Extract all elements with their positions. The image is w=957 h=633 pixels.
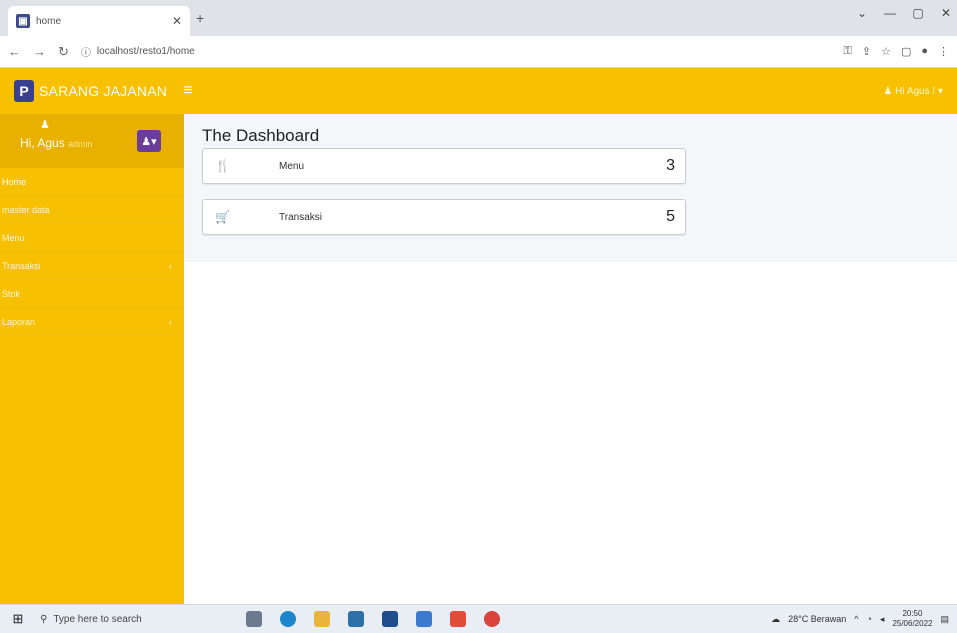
maximize-icon[interactable]: ▢ [911,6,925,20]
more-icon[interactable]: ⋮ [938,45,949,58]
profile-icon[interactable]: ● [921,45,928,58]
taskbar: ⊞ ⚲ Type here to search ☁ 28°C Berawan ^… [0,604,957,633]
card-value: 3 [666,157,675,174]
info-icon[interactable]: ⓘ [81,44,91,59]
main-content: The Dashboard 🍴 Menu 3 🛒 Transaksi 5 [184,114,957,262]
user-options-button[interactable]: ♟▾ [137,130,161,152]
network-icon[interactable]: ◔ [866,614,871,624]
sidebar-item-master-data[interactable]: master data [0,196,184,224]
task-view-icon[interactable] [246,611,262,627]
brand-logo: P [14,80,34,102]
favicon-icon: ▣ [16,14,30,28]
sidebar-item-label: master data [2,204,50,215]
hamburger-menu-icon[interactable]: ≡ [183,82,192,100]
menu-card[interactable]: 🍴 Menu 3 [202,148,686,184]
caret-down-icon: ▾ [937,85,943,97]
new-tab-icon[interactable]: + [196,10,204,26]
sidebar-item-stok[interactable]: Stok [0,280,184,308]
file-explorer-icon[interactable] [314,611,330,627]
window-controls: ⌄ — ▢ ✕ [855,6,953,20]
key-icon[interactable]: ⚿ [843,45,851,58]
app-header: P SARANG JAJANAN ≡ ♟ Hi Agus ! ▾ [0,68,957,114]
clock[interactable]: 20:50 25/06/2022 [892,609,932,629]
weather-text[interactable]: 28°C Berawan [788,614,846,624]
taskbar-apps [246,611,500,627]
sidebar-item-label: Menu [2,232,25,243]
sidebar-menu: Home master data Menu Transaksi ‹ Stok L… [0,168,184,336]
browser-tab[interactable]: ▣ home ✕ [8,6,190,36]
close-window-icon[interactable]: ✕ [939,6,953,20]
edge-icon[interactable] [280,611,296,627]
url-text: localhost/resto1/home [96,46,195,57]
sidebar-item-menu[interactable]: Menu [0,224,184,252]
chevron-down-icon[interactable]: ⌄ [855,6,869,20]
sidebar: ♟ Hi, Agus admin ♟▾ Home master data Men… [0,114,184,604]
chevron-left-icon: ‹ [169,261,172,271]
brand-name: SARANG JAJANAN [39,83,168,99]
sidebar-item-label: Transaksi [2,260,41,271]
mail-icon[interactable] [382,611,398,627]
chrome-icon[interactable] [484,611,500,627]
notifications-icon[interactable]: ▤ [940,614,949,625]
browser-tab-bar: ▣ home ✕ + ⌄ — ▢ ✕ [0,0,957,36]
minimize-icon[interactable]: — [883,6,897,20]
sidebar-item-home[interactable]: Home [0,168,184,196]
star-icon[interactable]: ☆ [881,45,891,58]
url-input[interactable]: ⓘ localhost/resto1/home [81,44,832,59]
browser-toolbar: ⚿ ⇪ ☆ ▢ ● ⋮ [843,45,949,58]
utensils-icon: 🍴 [215,159,230,173]
share-icon[interactable]: ⇪ [862,45,871,58]
user-panel: ♟ Hi, Agus admin ♟▾ [0,114,184,168]
sidebar-item-label: Home [2,176,27,187]
search-icon: ⚲ [40,613,48,625]
close-tab-icon[interactable]: ✕ [172,14,182,28]
tab-title: home [36,15,62,27]
system-tray: ☁ 28°C Berawan ^ ◔ ◂ 20:50 25/06/2022 ▤ [771,609,957,629]
brand[interactable]: P SARANG JAJANAN [14,80,167,102]
card-value: 5 [666,208,675,225]
reload-icon[interactable]: ↻ [58,44,69,60]
word-icon[interactable] [416,611,432,627]
user-greeting: Hi, Agus admin [20,136,93,150]
chevron-up-icon[interactable]: ^ [854,614,858,624]
sidebar-item-laporan[interactable]: Laporan ‹ [0,308,184,336]
user-menu-label: Hi Agus ! [895,85,936,97]
speaker-icon[interactable]: ◂ [880,614,885,625]
clock-time: 20:50 [902,609,923,618]
user-icon: ♟ [883,85,893,97]
taskbar-search[interactable]: ⚲ Type here to search [36,608,186,630]
back-icon[interactable]: ← [8,44,21,59]
transaksi-card[interactable]: 🛒 Transaksi 5 [202,199,686,235]
sidebar-item-label: Stok [2,288,21,299]
card-label: Menu [279,160,305,172]
user-menu[interactable]: ♟ Hi Agus ! ▾ [883,86,943,97]
windows-start-icon[interactable]: ⊞ [0,611,36,627]
search-placeholder: Type here to search [53,613,142,625]
forward-icon[interactable]: → [33,44,46,59]
store-icon[interactable] [348,611,364,627]
user-name: Hi, Agus [20,136,65,150]
chevron-left-icon: ‹ [169,317,172,327]
address-bar: ← → ↻ ⓘ localhost/resto1/home ⚿ ⇪ ☆ ▢ ● … [0,36,957,68]
weather-icon: ☁ [771,613,781,624]
user-icon: ♟ [40,119,50,131]
cart-icon: 🛒 [215,210,230,224]
sidebar-item-transaksi[interactable]: Transaksi ‹ [0,252,184,280]
user-role: admin [68,139,93,149]
sidebar-item-label: Laporan [2,316,36,327]
clock-date: 25/06/2022 [892,619,933,628]
app-icon[interactable] [450,611,466,627]
card-label: Transaksi [279,211,322,223]
tab-search-icon[interactable]: ▢ [901,45,911,58]
page-title: The Dashboard [202,126,320,145]
